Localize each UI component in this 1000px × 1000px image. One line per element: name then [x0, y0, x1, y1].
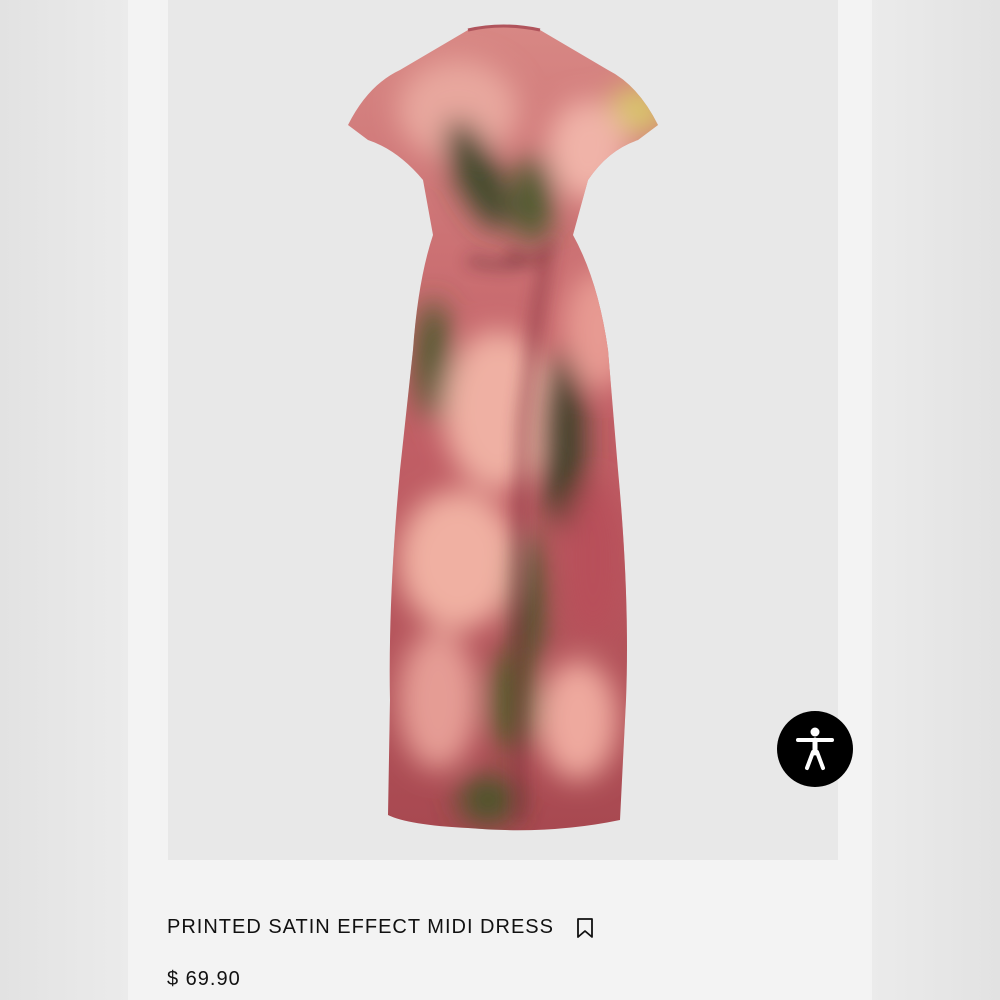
left-margin — [0, 0, 128, 1000]
product-price: $ 69.90 — [167, 968, 241, 990]
right-margin — [872, 0, 1000, 1000]
bookmark-icon[interactable] — [576, 917, 594, 939]
product-image[interactable] — [168, 0, 838, 860]
product-page — [128, 0, 872, 1000]
product-title: PRINTED SATIN EFFECT MIDI DRESS — [167, 916, 554, 938]
accessibility-button[interactable] — [777, 711, 853, 787]
dress-illustration — [348, 24, 658, 831]
accessibility-icon — [796, 727, 834, 770]
product-title-row: PRINTED SATIN EFFECT MIDI DRESS — [167, 916, 594, 939]
